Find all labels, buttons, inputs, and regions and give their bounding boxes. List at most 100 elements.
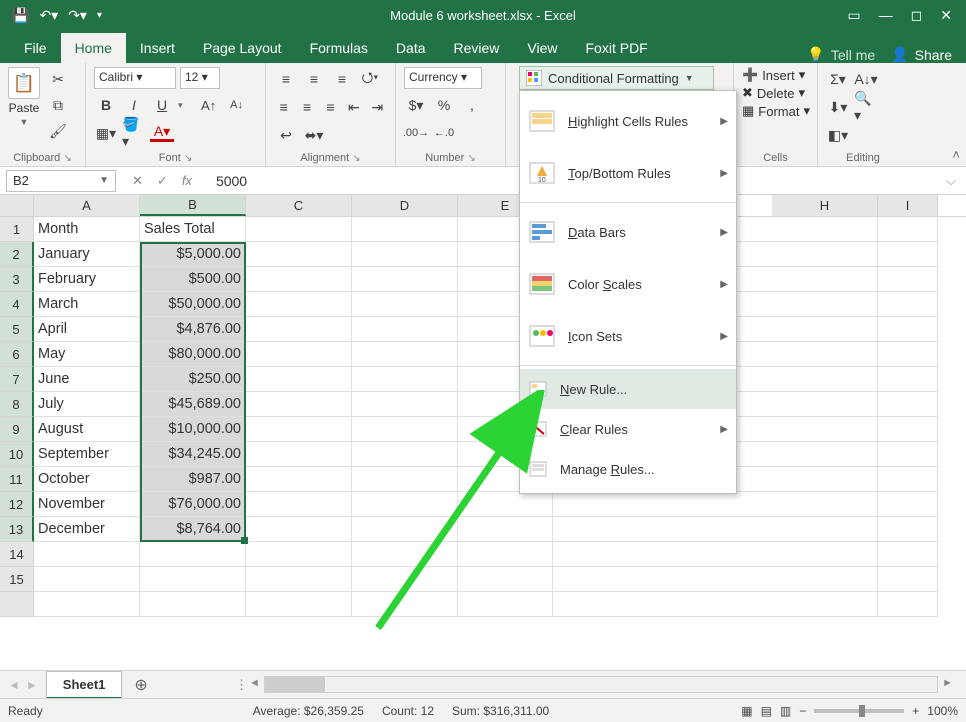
column-header-I[interactable]: I <box>878 195 938 216</box>
cell[interactable] <box>246 442 352 467</box>
menu-top-bottom-rules[interactable]: 10 Top/Bottom Rules ▶ <box>520 147 736 199</box>
clear-icon[interactable]: ◧▾ <box>826 123 850 147</box>
paste-button[interactable]: 📋 Paste ▼ <box>8 67 40 127</box>
column-header-B[interactable]: B <box>140 195 246 216</box>
row-header-15[interactable]: 15 <box>0 567 34 592</box>
cell[interactable] <box>246 342 352 367</box>
cell[interactable]: January <box>34 242 140 267</box>
row-header-3[interactable]: 3 <box>0 267 34 292</box>
row-header-6[interactable]: 6 <box>0 342 34 367</box>
find-select-icon[interactable]: 🔍▾ <box>854 95 878 119</box>
cell[interactable] <box>458 567 553 592</box>
cell[interactable] <box>772 467 878 492</box>
worksheet-grid[interactable]: ABCDEHI 123456789101112131415 MonthSales… <box>0 195 966 617</box>
cell[interactable]: $4,876.00 <box>140 317 246 342</box>
merge-center-icon[interactable]: ⬌▾ <box>302 123 326 147</box>
name-box[interactable]: B2 ▼ <box>6 170 116 192</box>
cell[interactable] <box>246 267 352 292</box>
number-format-select[interactable]: Currency ▾ <box>404 67 482 89</box>
cell[interactable] <box>246 542 352 567</box>
cell[interactable] <box>352 367 458 392</box>
cell[interactable] <box>352 517 458 542</box>
cell[interactable] <box>246 417 352 442</box>
enter-formula-icon[interactable]: ✓ <box>157 173 168 189</box>
cell[interactable] <box>246 292 352 317</box>
cell[interactable] <box>772 242 878 267</box>
cell[interactable] <box>140 567 246 592</box>
cell[interactable]: October <box>34 467 140 492</box>
expand-formula-bar-icon[interactable]: ⌵ <box>946 173 966 189</box>
cell[interactable] <box>352 417 458 442</box>
delete-cells-button[interactable]: ✖Delete ▾ <box>742 85 809 101</box>
cell[interactable] <box>878 517 938 542</box>
sheet-tab-sheet1[interactable]: Sheet1 <box>46 671 123 699</box>
cell[interactable] <box>246 567 352 592</box>
zoom-level[interactable]: 100% <box>927 704 958 718</box>
cell[interactable] <box>352 242 458 267</box>
cell[interactable]: June <box>34 367 140 392</box>
row-header-13[interactable]: 13 <box>0 517 34 542</box>
tab-insert[interactable]: Insert <box>126 33 189 63</box>
decrease-font-icon[interactable]: A↓ <box>225 93 249 117</box>
clipboard-dialog-icon[interactable]: ↘ <box>63 153 71 164</box>
row-header-8[interactable]: 8 <box>0 392 34 417</box>
row-header-9[interactable]: 9 <box>0 417 34 442</box>
tab-data[interactable]: Data <box>382 33 440 63</box>
copy-icon[interactable]: ⧉ <box>46 93 70 117</box>
cell[interactable] <box>878 567 938 592</box>
cell[interactable] <box>458 492 553 517</box>
increase-decimal-icon[interactable]: .00→ <box>404 121 428 145</box>
cell[interactable] <box>246 492 352 517</box>
cell[interactable] <box>878 292 938 317</box>
share-button[interactable]: 👤Share <box>891 46 952 63</box>
cell[interactable] <box>772 542 878 567</box>
cell[interactable] <box>352 317 458 342</box>
redo-icon[interactable]: ↷▾ <box>68 7 87 24</box>
cell[interactable] <box>878 342 938 367</box>
cell[interactable] <box>878 392 938 417</box>
align-center-icon[interactable]: ≡ <box>297 95 316 119</box>
cell[interactable] <box>878 592 938 617</box>
cell[interactable]: $80,000.00 <box>140 342 246 367</box>
cell[interactable] <box>772 442 878 467</box>
cell[interactable] <box>352 492 458 517</box>
cell[interactable] <box>772 317 878 342</box>
tell-me[interactable]: 💡Tell me <box>807 46 875 63</box>
cell[interactable]: $5,000.00 <box>140 242 246 267</box>
align-middle-icon[interactable]: ≡ <box>302 67 326 91</box>
cell[interactable] <box>246 467 352 492</box>
menu-manage-rules[interactable]: Manage Rules... <box>520 449 736 489</box>
cell[interactable] <box>772 292 878 317</box>
cell[interactable] <box>878 367 938 392</box>
format-painter-icon[interactable]: 🖌 <box>46 119 70 143</box>
cell[interactable] <box>352 442 458 467</box>
cell[interactable] <box>352 217 458 242</box>
cell[interactable] <box>246 317 352 342</box>
row-header-7[interactable]: 7 <box>0 367 34 392</box>
comma-format-icon[interactable]: , <box>460 93 484 117</box>
cell[interactable]: July <box>34 392 140 417</box>
cell[interactable] <box>878 492 938 517</box>
cell[interactable] <box>34 567 140 592</box>
zoom-in-icon[interactable]: + <box>912 704 919 718</box>
tab-view[interactable]: View <box>513 33 571 63</box>
cut-icon[interactable]: ✂ <box>46 67 70 91</box>
sheet-nav-first-icon[interactable]: ◄ <box>8 678 20 692</box>
zoom-out-icon[interactable]: − <box>799 704 806 718</box>
view-normal-icon[interactable]: ▦ <box>741 704 752 718</box>
border-icon[interactable]: ▦▾ <box>94 121 118 145</box>
cell[interactable]: February <box>34 267 140 292</box>
row-header-2[interactable]: 2 <box>0 242 34 267</box>
tab-formulas[interactable]: Formulas <box>296 33 382 63</box>
cell[interactable] <box>772 492 878 517</box>
cell[interactable] <box>772 217 878 242</box>
cell[interactable]: $8,764.00 <box>140 517 246 542</box>
cell[interactable] <box>246 367 352 392</box>
collapse-ribbon-icon[interactable]: ˄ <box>952 147 960 162</box>
italic-button[interactable]: I <box>122 93 146 117</box>
cell[interactable] <box>878 242 938 267</box>
maximize-icon[interactable]: ◻ <box>911 7 923 24</box>
cell[interactable] <box>878 467 938 492</box>
cell[interactable] <box>352 467 458 492</box>
cell[interactable] <box>772 267 878 292</box>
